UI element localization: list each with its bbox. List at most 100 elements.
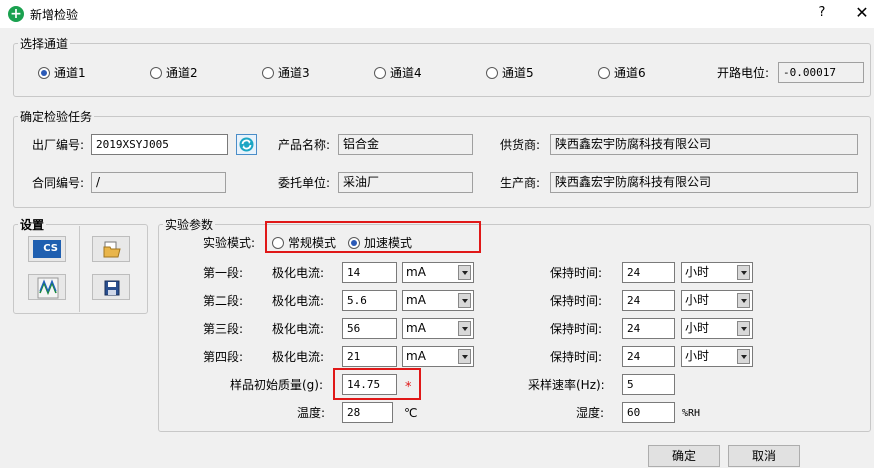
params-legend: 实验参数 (165, 218, 214, 232)
hold-label: 保持时间: (550, 322, 603, 336)
humidity-unit: %RH (682, 408, 701, 419)
dropdown-arrow-icon (458, 349, 471, 364)
humidity-label: 湿度: (576, 406, 605, 420)
channel-legend: 选择通道 (20, 37, 69, 51)
rate-input[interactable]: 5 (622, 374, 675, 395)
temp-label: 温度: (297, 406, 326, 420)
stage-current-input[interactable]: 21 (342, 346, 397, 367)
required-mark: * (405, 380, 412, 395)
ocv-field: -0.00017 (778, 62, 864, 83)
task-group: 确定检验任务 (13, 108, 871, 208)
help-button[interactable]: ? (812, 5, 832, 20)
stage-current-input[interactable]: 14 (342, 262, 397, 283)
client-field: 采油厂 (338, 172, 473, 193)
mode-radio-accelerated[interactable]: 加速模式 (348, 236, 412, 250)
mass-label: 样品初始质量(g): (230, 378, 324, 392)
hold-unit-select[interactable]: 小时 (681, 346, 753, 367)
dropdown-arrow-icon (458, 293, 471, 308)
stage-label: 第一段: (203, 266, 244, 280)
rate-label: 采样速率(Hz): (528, 378, 605, 392)
mode-label: 实验模式: (203, 236, 256, 250)
current-label: 极化电流: (272, 294, 325, 308)
maker-label: 生产商: (500, 176, 541, 190)
current-unit-select[interactable]: mA (402, 290, 474, 311)
cs-tool-button[interactable]: CS (28, 236, 66, 262)
contract-label: 合同编号: (32, 176, 85, 190)
supplier-field: 陕西鑫宏宇防腐科技有限公司 (550, 134, 858, 155)
save-tool-button[interactable] (92, 274, 130, 300)
hold-unit-select[interactable]: 小时 (681, 318, 753, 339)
radio-icon (374, 66, 386, 79)
mode-radio-normal[interactable]: 常规模式 (272, 236, 336, 250)
supplier-label: 供货商: (500, 138, 541, 152)
stage-current-input[interactable]: 56 (342, 318, 397, 339)
temp-input[interactable]: 28 (342, 402, 393, 423)
hold-label: 保持时间: (550, 350, 603, 364)
hold-label: 保持时间: (550, 266, 603, 280)
settings-divider (79, 226, 80, 312)
radio-icon (598, 66, 610, 79)
stage-current-input[interactable]: 5.6 (342, 290, 397, 311)
open-folder-icon (103, 241, 121, 258)
product-field: 铝合金 (338, 134, 473, 155)
window-title: 新增检验 (30, 8, 79, 22)
title-bar: + 新增检验 ? ✕ (0, 0, 874, 28)
ok-button[interactable]: 确定 (648, 445, 720, 467)
task-legend: 确定检验任务 (20, 110, 93, 124)
dropdown-arrow-icon (737, 293, 750, 308)
ocv-label: 开路电位: (717, 66, 770, 80)
open-tool-button[interactable] (92, 236, 130, 262)
channel-radio-2[interactable]: 通道2 (150, 66, 198, 80)
hold-unit-select[interactable]: 小时 (681, 290, 753, 311)
contract-field: / (91, 172, 226, 193)
humidity-input[interactable]: 60 (622, 402, 675, 423)
wave-icon (37, 277, 59, 299)
hold-label: 保持时间: (550, 294, 603, 308)
factory-no-input[interactable]: 2019XSYJ005 (91, 134, 228, 155)
stage-hold-input[interactable]: 24 (622, 346, 675, 367)
refresh-icon (239, 137, 254, 152)
stage-hold-input[interactable]: 24 (622, 318, 675, 339)
radio-icon (150, 66, 162, 79)
current-label: 极化电流: (272, 266, 325, 280)
radio-icon (262, 66, 274, 79)
radio-icon (38, 66, 50, 79)
temp-unit: ℃ (404, 406, 418, 420)
factory-no-label: 出厂编号: (32, 138, 85, 152)
stage-hold-input[interactable]: 24 (622, 262, 675, 283)
close-button[interactable]: ✕ (852, 3, 872, 22)
radio-icon (272, 236, 284, 249)
stage-label: 第二段: (203, 294, 244, 308)
stage-hold-input[interactable]: 24 (622, 290, 675, 311)
current-label: 极化电流: (272, 350, 325, 364)
channel-radio-3[interactable]: 通道3 (262, 66, 310, 80)
channel-radio-1[interactable]: 通道1 (38, 66, 86, 80)
wave-tool-button[interactable] (28, 274, 66, 300)
maker-field: 陕西鑫宏宇防腐科技有限公司 (550, 172, 858, 193)
current-unit-select[interactable]: mA (402, 262, 474, 283)
channel-radio-6[interactable]: 通道6 (598, 66, 646, 80)
cancel-button[interactable]: 取消 (728, 445, 800, 467)
dropdown-arrow-icon (458, 321, 471, 336)
channel-radio-5[interactable]: 通道5 (486, 66, 534, 80)
radio-icon (348, 236, 360, 249)
dropdown-arrow-icon (458, 265, 471, 280)
mass-input[interactable]: 14.75 (342, 374, 397, 395)
settings-legend: 设置 (20, 218, 45, 232)
stage-label: 第四段: (203, 350, 244, 364)
cs-icon: CS (33, 240, 61, 258)
stage-label: 第三段: (203, 322, 244, 336)
client-label: 委托单位: (278, 176, 331, 190)
current-unit-select[interactable]: mA (402, 318, 474, 339)
radio-icon (486, 66, 498, 79)
refresh-button[interactable] (236, 134, 257, 155)
current-label: 极化电流: (272, 322, 325, 336)
channel-radio-4[interactable]: 通道4 (374, 66, 422, 80)
add-icon: + (8, 6, 24, 22)
save-icon (104, 280, 120, 296)
dropdown-arrow-icon (737, 321, 750, 336)
dropdown-arrow-icon (737, 349, 750, 364)
hold-unit-select[interactable]: 小时 (681, 262, 753, 283)
current-unit-select[interactable]: mA (402, 346, 474, 367)
dropdown-arrow-icon (737, 265, 750, 280)
